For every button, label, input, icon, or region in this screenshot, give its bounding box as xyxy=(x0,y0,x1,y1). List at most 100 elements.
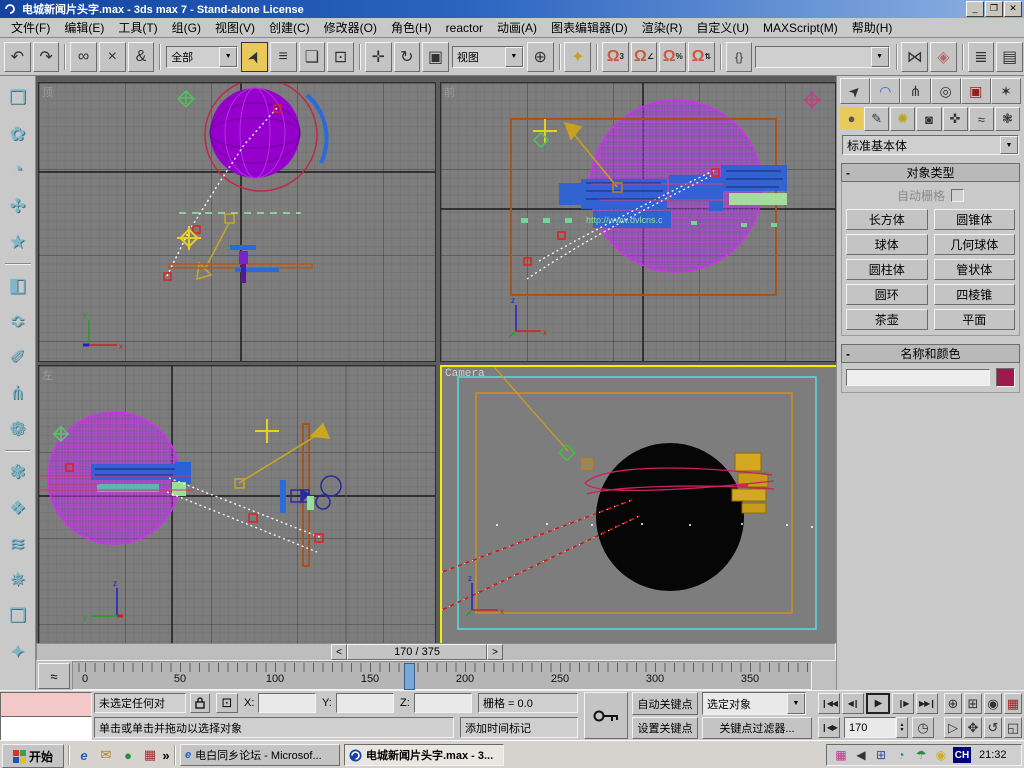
tray-clock-icon[interactable]: ◔ xyxy=(893,747,909,763)
pyramid-button[interactable]: 四棱锥 xyxy=(934,284,1016,305)
close-button[interactable]: ✕ xyxy=(1004,1,1022,17)
geosphere-button[interactable]: 几何球体 xyxy=(934,234,1016,255)
select-and-scale-button[interactable]: ▣ xyxy=(422,42,449,72)
viewport-left[interactable]: 左 xyxy=(38,365,436,645)
zoom-all-button[interactable]: ⊞ xyxy=(964,693,982,714)
tray-chat-icon[interactable]: ▦ xyxy=(833,747,849,763)
select-and-rotate-button[interactable]: ↻ xyxy=(394,42,421,72)
menu-animation[interactable]: 动画(A) xyxy=(490,17,544,38)
field-of-view-button[interactable]: ▷ xyxy=(944,717,962,738)
zoom-viewport-button[interactable]: ⊕ xyxy=(944,693,962,714)
maximize-viewport-toggle-button[interactable]: ◱ xyxy=(1004,717,1022,738)
start-button[interactable]: 开始 xyxy=(2,744,64,768)
snap-toggle-button[interactable]: Ω3 xyxy=(602,42,629,72)
reactor-deforming-mesh-button[interactable]: ★ xyxy=(4,225,32,259)
next-frame-button[interactable]: ❙▶ xyxy=(892,693,914,714)
named-selection-dropdown[interactable]: ▼ xyxy=(755,46,889,68)
sphere-object-shaded[interactable] xyxy=(596,443,744,591)
use-pivot-center-button[interactable]: ⊕ xyxy=(527,42,554,72)
category-geometry-button[interactable]: ● xyxy=(840,107,863,129)
pan-view-button[interactable]: ✥ xyxy=(964,717,982,738)
key-mode-toggle-button[interactable]: ❙◀▶ xyxy=(818,717,840,738)
menu-customize[interactable]: 自定义(U) xyxy=(689,17,756,38)
curve-editor-button[interactable]: ▤ xyxy=(996,42,1023,72)
select-by-name-button[interactable]: ≡ xyxy=(270,42,297,72)
menu-maxscript[interactable]: MAXScript(M) xyxy=(756,19,845,37)
viewport-front[interactable]: 前 xyxy=(440,82,836,362)
bind-to-spacewarp-button[interactable]: & xyxy=(128,42,155,72)
zoom-extents-button[interactable]: ◉ xyxy=(984,693,1002,714)
tray-network-icon[interactable]: ⊞ xyxy=(873,747,889,763)
x-coordinate-field[interactable] xyxy=(258,693,316,713)
select-and-move-button[interactable]: ✛ xyxy=(365,42,392,72)
menu-rendering[interactable]: 渲染(R) xyxy=(635,17,690,38)
tab-hierarchy[interactable]: ⋔ xyxy=(900,78,930,104)
tray-volume-icon[interactable]: ◀ xyxy=(853,747,869,763)
category-lights-button[interactable]: ✺ xyxy=(890,107,915,131)
reactor-spring-button[interactable]: ≎ xyxy=(4,304,32,338)
reactor-fracture-button[interactable]: ◧ xyxy=(4,268,32,302)
unlink-selection-button[interactable]: × xyxy=(99,42,126,72)
tab-display[interactable]: ▣ xyxy=(961,78,991,104)
auto-key-button[interactable]: 自动关键点 xyxy=(632,692,698,715)
camera-object[interactable] xyxy=(291,476,341,509)
add-time-tag[interactable]: 添加时间标记 xyxy=(460,717,578,738)
set-key-mode-button[interactable]: 设置关键点 xyxy=(632,717,698,739)
reactor-rope-collection-button[interactable]: ✣ xyxy=(4,189,32,223)
move-gizmo[interactable] xyxy=(533,119,557,143)
align-button[interactable]: ◈ xyxy=(930,42,957,72)
viewport-front-label[interactable]: 前 xyxy=(444,84,455,100)
category-spacewarps-button[interactable]: ≈ xyxy=(969,107,994,131)
cylinder-button[interactable]: 圆柱体 xyxy=(846,259,928,280)
redo-button[interactable]: ↷ xyxy=(33,42,60,72)
menu-character[interactable]: 角色(H) xyxy=(384,17,439,38)
taskbar-task-3dsmax[interactable]: 电城新闻片头字.max - 3... xyxy=(344,744,504,766)
open-mini-curve-editor-button[interactable]: ≈ xyxy=(38,663,70,689)
cone-button[interactable]: 圆锥体 xyxy=(934,209,1016,230)
quicklaunch-movie-icon[interactable]: ▦ xyxy=(140,745,160,765)
category-cameras-button[interactable]: ◙ xyxy=(916,107,941,131)
quicklaunch-ie-icon[interactable]: e xyxy=(74,745,94,765)
reactor-soft-body-collection-button[interactable]: ◔ xyxy=(4,153,32,187)
object-name-input[interactable] xyxy=(846,369,990,386)
select-object-button[interactable]: ➤ xyxy=(241,42,268,72)
quicklaunch-mail-icon[interactable]: ✉ xyxy=(96,745,116,765)
play-animation-button[interactable]: ▶ xyxy=(866,693,890,714)
select-and-link-button[interactable]: ∞ xyxy=(70,42,97,72)
undo-button[interactable]: ↶ xyxy=(4,42,31,72)
maxscript-mini-listener[interactable] xyxy=(0,716,92,741)
angle-snap-button[interactable]: Ω∠ xyxy=(631,42,658,72)
tab-motion[interactable]: ◎ xyxy=(931,78,961,104)
blue-bar-object[interactable] xyxy=(280,480,286,513)
reactor-wind-button[interactable]: ❁ xyxy=(4,412,32,446)
select-and-manipulate-button[interactable]: ✦ xyxy=(564,42,591,72)
restore-button[interactable]: ❐ xyxy=(985,1,1003,17)
tab-utilities[interactable]: ✶ xyxy=(991,78,1021,104)
maxscript-mini-listener-macro[interactable] xyxy=(0,692,92,717)
reactor-constraint-button[interactable]: ✦ xyxy=(4,635,32,669)
autogrid-checkbox[interactable] xyxy=(951,189,964,202)
category-shapes-button[interactable]: ✎ xyxy=(864,107,889,131)
frame-back-button[interactable]: < xyxy=(331,644,347,660)
tab-modify[interactable]: ◠ xyxy=(870,78,900,104)
menu-graph-editors[interactable]: 图表编辑器(D) xyxy=(544,17,635,38)
viewport-camera[interactable]: Camera xyxy=(440,365,838,647)
arrow-helper[interactable] xyxy=(235,424,329,488)
taskbar-task-browser[interactable]: e 电白同乡论坛 - Microsof... xyxy=(180,744,340,766)
object-type-rollout-header[interactable]: - 对象类型 xyxy=(841,163,1020,182)
tab-create[interactable]: ➤ xyxy=(840,78,870,104)
arc-rotate-button[interactable]: ↺ xyxy=(984,717,1002,738)
green-highlight-object[interactable] xyxy=(307,496,314,510)
mirror-button[interactable]: ⋈ xyxy=(901,42,928,72)
previous-frame-button[interactable]: ◀❙ xyxy=(842,693,864,714)
blue-bar-object[interactable] xyxy=(230,245,256,250)
category-helpers-button[interactable]: ✜ xyxy=(943,107,968,131)
set-key-button[interactable] xyxy=(584,692,628,739)
zoom-extents-all-button[interactable]: ▦ xyxy=(1004,693,1022,714)
category-systems-button[interactable]: ❃ xyxy=(995,107,1020,131)
menu-modifiers[interactable]: 修改器(O) xyxy=(317,17,384,38)
absolute-offset-mode-toggle[interactable]: ⊡ xyxy=(216,693,238,713)
tray-umbrella-icon[interactable]: ☂ xyxy=(913,747,929,763)
viewport-top[interactable]: 顶 xyxy=(38,82,436,362)
menu-views[interactable]: 视图(V) xyxy=(208,17,262,38)
